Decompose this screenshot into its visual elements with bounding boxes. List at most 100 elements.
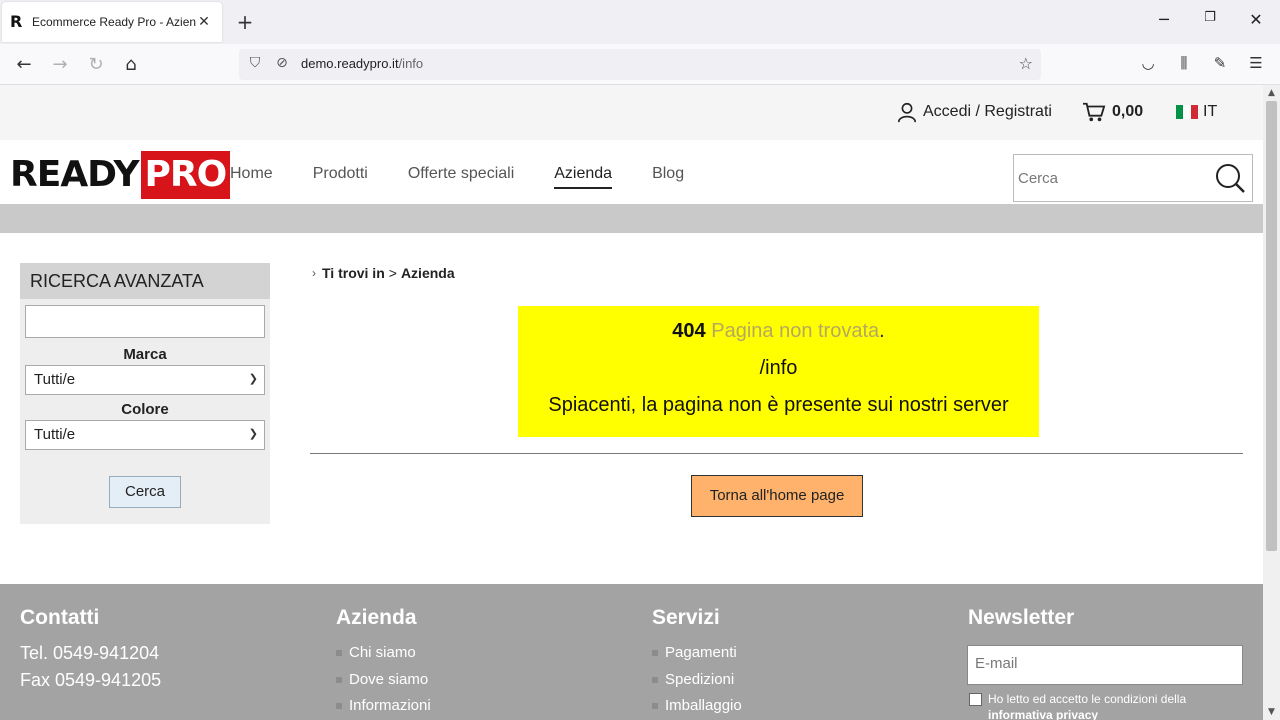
account-link[interactable]: Accedi / Registrati [896,101,1052,123]
advanced-search-panel: RICERCA AVANZATA Marca Tutti/e ❯ Colore … [20,263,270,524]
close-window-icon[interactable]: ✕ [1244,10,1268,29]
menu-item-blog[interactable]: Blog [652,165,684,189]
search-icon[interactable] [1214,162,1246,194]
advanced-search-button[interactable]: Cerca [109,476,181,508]
error-description: Spiacenti, la pagina non è presente sui … [548,394,1009,416]
logo-part-pro: PRO [140,151,231,199]
advanced-search-input[interactable] [25,305,265,338]
user-icon [897,102,917,123]
chevron-down-icon: ❯ [248,428,258,440]
bullet-icon [652,676,658,683]
privacy-checkbox[interactable] [969,693,982,706]
scroll-down-icon[interactable]: ▼ [1263,704,1280,720]
account-label: Accedi / Registrati [923,103,1052,120]
top-strip: Accedi / Registrati 0,00 IT [0,85,1263,140]
footer-link-dove-siamo[interactable]: Dove siamo [336,667,431,694]
footer-link-informazioni[interactable]: Informazioni [336,693,431,720]
bullet-icon [336,676,342,683]
breadcrumb-separator: > [388,265,397,281]
menu-hamburger-icon[interactable]: ☰ [1245,54,1267,72]
breadcrumb: › Ti trovi in > Azienda [312,265,459,281]
privacy-consent-text: Ho letto ed accetto le condizioni della … [988,692,1187,720]
scrollbar-thumb[interactable] [1266,101,1277,551]
error-box: 404 Pagina non trovata. /info Spiacenti,… [518,306,1039,437]
bullet-icon [652,650,658,657]
privacy-link[interactable]: informativa privacy [988,708,1098,720]
chevron-right-icon: › [312,266,316,280]
restore-icon[interactable]: ❐ [1198,10,1222,25]
home-icon[interactable]: ⌂ [119,53,143,77]
close-tab-icon[interactable]: ✕ [196,14,212,30]
menu-item-home[interactable]: Home [230,165,273,189]
footer-company: Azienda Chi siamo Dove siamo Informazion… [336,606,431,720]
footer-company-title: Azienda [336,606,417,629]
url-text[interactable]: demo.readypro.it/info [301,56,423,71]
bullet-icon [336,703,342,710]
italy-flag-icon [1176,105,1198,119]
footer-link-imballaggio[interactable]: Imballaggio [652,693,742,720]
brand-select[interactable]: Tutti/e ❯ [25,365,265,395]
header-search [1013,154,1253,202]
bullet-icon [336,650,342,657]
footer-phone[interactable]: Tel. 0549-941204 [20,640,161,667]
cart-icon [1083,102,1106,122]
chevron-down-icon: ❯ [248,373,258,385]
color-select[interactable]: Tutti/e ❯ [25,420,265,450]
footer-link-pagamenti[interactable]: Pagamenti [652,640,742,667]
menu-item-prodotti[interactable]: Prodotti [313,165,368,189]
back-icon[interactable]: ← [12,53,36,77]
error-message: Pagina non trovata [711,320,880,342]
library-icon[interactable]: ⫼ [1173,54,1195,72]
lock-icon[interactable]: ⊘ [273,55,291,71]
favicon-icon: R [10,12,23,31]
page-viewport: Accedi / Registrati 0,00 IT READY PRO Ho… [0,85,1280,720]
footer-services: Servizi Pagamenti Spedizioni Imballaggio [652,606,742,720]
site-footer: Contatti Tel. 0549-941204 Fax 0549-94120… [0,584,1263,720]
color-label: Colore [121,401,169,418]
back-to-home-button[interactable]: Torna all'home page [691,475,863,517]
language-selector[interactable]: IT [1176,103,1217,121]
shield-icon[interactable]: ⛉ [246,55,264,71]
menu-item-azienda[interactable]: Azienda [554,165,613,189]
extension-icon[interactable]: ✎ [1209,54,1231,72]
error-code: 404 [672,320,706,342]
footer-fax: Fax 0549-941205 [20,670,162,690]
color-select-value: Tutti/e [34,426,76,443]
footer-newsletter-title: Newsletter [968,606,1075,629]
newsletter-email-input[interactable]: E-mail [967,645,1243,685]
logo-part-ready: READY [10,154,140,195]
footer-newsletter: Newsletter [968,606,1074,640]
error-headline: 404 Pagina non trovata. [518,320,1039,343]
menu-item-offerte[interactable]: Offerte speciali [408,165,514,189]
main-menu: Home Prodotti Offerte speciali Azienda B… [230,165,724,189]
footer-contacts: Contatti Tel. 0549-941204 Fax 0549-94120… [20,606,161,694]
error-period: . [879,320,885,342]
brand-select-value: Tutti/e [34,371,76,388]
breadcrumb-current[interactable]: Azienda [401,265,455,281]
page-content: Accedi / Registrati 0,00 IT READY PRO Ho… [0,85,1263,720]
pocket-icon[interactable]: ◡ [1137,54,1159,72]
footer-link-spedizioni[interactable]: Spedizioni [652,667,742,694]
forward-icon[interactable]: → [48,53,72,77]
minimize-icon[interactable]: ─ [1152,10,1176,29]
error-path: /info [759,357,798,379]
cart-link[interactable]: 0,00 [1082,101,1143,123]
page-scrollbar[interactable]: ▲ ▼ [1263,85,1280,720]
bullet-icon [652,703,658,710]
cart-total: 0,00 [1112,103,1144,120]
breadcrumb-prefix: Ti trovi in [322,265,385,281]
browser-tab-bar: R Ecommerce Ready Pro - Azienda ✕ + ─ ❐ … [0,0,1280,44]
footer-contacts-title: Contatti [20,606,100,629]
reload-icon[interactable]: ↻ [84,53,108,77]
url-bar[interactable]: ⛉ ⊘ demo.readypro.it/info ☆ [239,49,1041,80]
footer-link-chi-siamo[interactable]: Chi siamo [336,640,431,667]
tab-title: Ecommerce Ready Pro - Azienda [32,15,196,29]
content-divider [310,453,1243,454]
search-input[interactable] [1018,165,1198,191]
site-logo[interactable]: READY PRO [10,151,231,199]
browser-tab-active[interactable]: R Ecommerce Ready Pro - Azienda ✕ [2,2,222,42]
bookmark-star-icon[interactable]: ☆ [1019,54,1033,73]
scroll-up-icon[interactable]: ▲ [1263,85,1280,101]
new-tab-icon[interactable]: + [234,10,256,34]
site-header: READY PRO Home Prodotti Offerte speciali… [0,140,1263,204]
